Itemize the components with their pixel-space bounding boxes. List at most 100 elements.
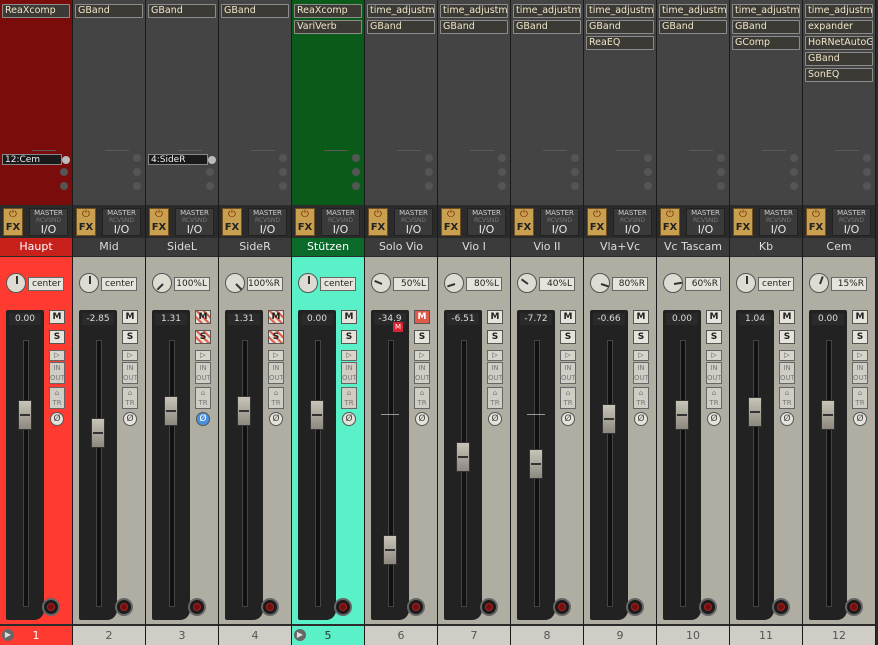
send-slot-dot[interactable] bbox=[790, 168, 798, 176]
fx-chain-area[interactable]: GBand bbox=[73, 0, 145, 205]
track-envelope-button[interactable]: ⌂ TR bbox=[706, 387, 722, 409]
send-slot-dot[interactable] bbox=[644, 154, 652, 162]
mute-button[interactable]: M bbox=[779, 310, 795, 324]
input-output-toggle[interactable]: IN OUT bbox=[560, 362, 576, 384]
track-number[interactable]: 8 bbox=[511, 626, 583, 645]
fx-chain-area[interactable]: time_adjustmen GBand bbox=[511, 0, 583, 205]
fx-button[interactable]: ⏻ FX bbox=[149, 208, 169, 236]
play-icon[interactable]: ▷ bbox=[487, 350, 503, 361]
send-slot-dot[interactable] bbox=[352, 168, 360, 176]
track-envelope-button[interactable]: ⌂ TR bbox=[49, 387, 65, 409]
send-slot-dot[interactable] bbox=[206, 182, 214, 190]
volume-fader[interactable] bbox=[18, 400, 32, 430]
fader-track[interactable]: 1.04 bbox=[736, 310, 790, 620]
send-slot-dot[interactable] bbox=[717, 168, 725, 176]
solo-button[interactable]: S bbox=[414, 330, 430, 344]
mute-button[interactable]: M bbox=[122, 310, 138, 324]
solo-button[interactable]: S bbox=[779, 330, 795, 344]
pan-control[interactable]: 80%L bbox=[444, 273, 504, 295]
play-icon[interactable]: ▷ bbox=[268, 350, 284, 361]
pan-value[interactable]: 80%L bbox=[466, 277, 502, 291]
track-name[interactable]: Mid bbox=[73, 238, 145, 256]
record-arm-button[interactable] bbox=[480, 598, 498, 616]
solo-button[interactable]: S bbox=[341, 330, 357, 344]
play-icon[interactable]: ▷ bbox=[341, 350, 357, 361]
phase-invert-icon[interactable]: Ø bbox=[415, 412, 429, 426]
track-number[interactable]: 10 bbox=[657, 626, 729, 645]
track-name[interactable]: Vc Tascam bbox=[657, 238, 729, 256]
volume-fader[interactable] bbox=[675, 400, 689, 430]
fader-track[interactable]: -34.9 bbox=[371, 310, 425, 620]
input-output-toggle[interactable]: IN OUT bbox=[633, 362, 649, 384]
fx-slot[interactable]: ReaEQ bbox=[586, 36, 654, 50]
routing-button[interactable]: MASTER RCVSND I/O bbox=[613, 208, 652, 236]
track-envelope-button[interactable]: ⌂ TR bbox=[341, 387, 357, 409]
fx-slot[interactable]: time_adjustmen bbox=[659, 4, 727, 18]
pan-control[interactable]: center bbox=[6, 273, 66, 295]
fx-chain-area[interactable]: GBand 4:SideR bbox=[146, 0, 218, 205]
track-name[interactable]: Haupt bbox=[0, 238, 72, 256]
track-name[interactable]: SideL bbox=[146, 238, 218, 256]
fx-button[interactable]: ⏻ FX bbox=[514, 208, 534, 236]
pan-value[interactable]: center bbox=[320, 277, 356, 291]
pan-control[interactable]: 50%L bbox=[371, 273, 431, 295]
phase-invert-icon[interactable]: Ø bbox=[269, 412, 283, 426]
fx-slot[interactable]: time_adjustmen bbox=[440, 4, 508, 18]
pan-control[interactable]: center bbox=[736, 273, 796, 295]
send-slot-dot[interactable] bbox=[133, 154, 141, 162]
fx-slot[interactable]: ReaXcomp bbox=[2, 4, 70, 18]
volume-readout[interactable]: -0.66 bbox=[593, 313, 625, 325]
send-slot-dot[interactable] bbox=[790, 154, 798, 162]
fader-track[interactable]: 0.00 bbox=[663, 310, 717, 620]
send-slot-dot[interactable] bbox=[717, 154, 725, 162]
pan-knob[interactable] bbox=[809, 273, 829, 293]
fader-track[interactable]: -7.72 bbox=[517, 310, 571, 620]
fx-slot[interactable]: GBand bbox=[732, 20, 800, 34]
fx-slot[interactable]: time_adjustmen bbox=[367, 4, 435, 18]
fx-chain-area[interactable]: time_adjustmen GBand bbox=[438, 0, 510, 205]
track-envelope-button[interactable]: ⌂ TR bbox=[779, 387, 795, 409]
routing-button[interactable]: MASTER RCVSND I/O bbox=[467, 208, 506, 236]
send-knob[interactable] bbox=[62, 156, 70, 164]
volume-readout[interactable]: 0.00 bbox=[9, 313, 41, 325]
folder-play-icon[interactable]: ▶ bbox=[2, 629, 14, 641]
track-number[interactable]: 2 bbox=[73, 626, 145, 645]
send-slot-dot[interactable] bbox=[498, 154, 506, 162]
mute-button[interactable]: M bbox=[560, 310, 576, 324]
send-slot-dot[interactable] bbox=[498, 182, 506, 190]
pan-value[interactable]: 60%R bbox=[685, 277, 721, 291]
send-slot-dot[interactable] bbox=[60, 182, 68, 190]
routing-button[interactable]: MASTER RCVSND I/O bbox=[175, 208, 214, 236]
pan-knob[interactable] bbox=[663, 273, 683, 293]
play-icon[interactable]: ▷ bbox=[560, 350, 576, 361]
send-knob[interactable] bbox=[208, 156, 216, 164]
record-arm-button[interactable] bbox=[42, 598, 60, 616]
volume-readout[interactable]: -2.85 bbox=[82, 313, 114, 325]
fx-slot[interactable]: expander bbox=[805, 20, 873, 34]
routing-button[interactable]: MASTER RCVSND I/O bbox=[102, 208, 141, 236]
send-slot-dot[interactable] bbox=[863, 182, 871, 190]
send-slot-dot[interactable] bbox=[133, 168, 141, 176]
phase-invert-icon[interactable]: Ø bbox=[342, 412, 356, 426]
volume-readout[interactable]: 1.31 bbox=[155, 313, 187, 325]
track-name[interactable]: Kb bbox=[730, 238, 802, 256]
pan-control[interactable]: 100%L bbox=[152, 273, 212, 295]
pan-control[interactable]: 40%L bbox=[517, 273, 577, 295]
track-name[interactable]: Solo Vio bbox=[365, 238, 437, 256]
track-name[interactable]: SideR bbox=[219, 238, 291, 256]
fx-button[interactable]: ⏻ FX bbox=[660, 208, 680, 236]
send-slot-dot[interactable] bbox=[644, 182, 652, 190]
fx-slot[interactable]: GBand bbox=[440, 20, 508, 34]
record-arm-button[interactable] bbox=[261, 598, 279, 616]
input-output-toggle[interactable]: IN OUT bbox=[195, 362, 211, 384]
fx-chain-area[interactable]: time_adjustmen expander HoRNetAutoGai GBand… bbox=[803, 0, 875, 205]
volume-fader[interactable] bbox=[383, 534, 397, 565]
fx-slot[interactable]: time_adjustmen bbox=[732, 4, 800, 18]
mute-button[interactable]: M bbox=[268, 310, 284, 324]
routing-button[interactable]: MASTER RCVSND I/O bbox=[686, 208, 725, 236]
fx-chain-area[interactable]: ReaXcomp VariVerb bbox=[292, 0, 364, 205]
record-arm-button[interactable] bbox=[407, 598, 425, 616]
send-slot-dot[interactable] bbox=[863, 168, 871, 176]
fx-slot[interactable]: GBand bbox=[513, 20, 581, 34]
fader-track[interactable]: -2.85 bbox=[79, 310, 133, 620]
